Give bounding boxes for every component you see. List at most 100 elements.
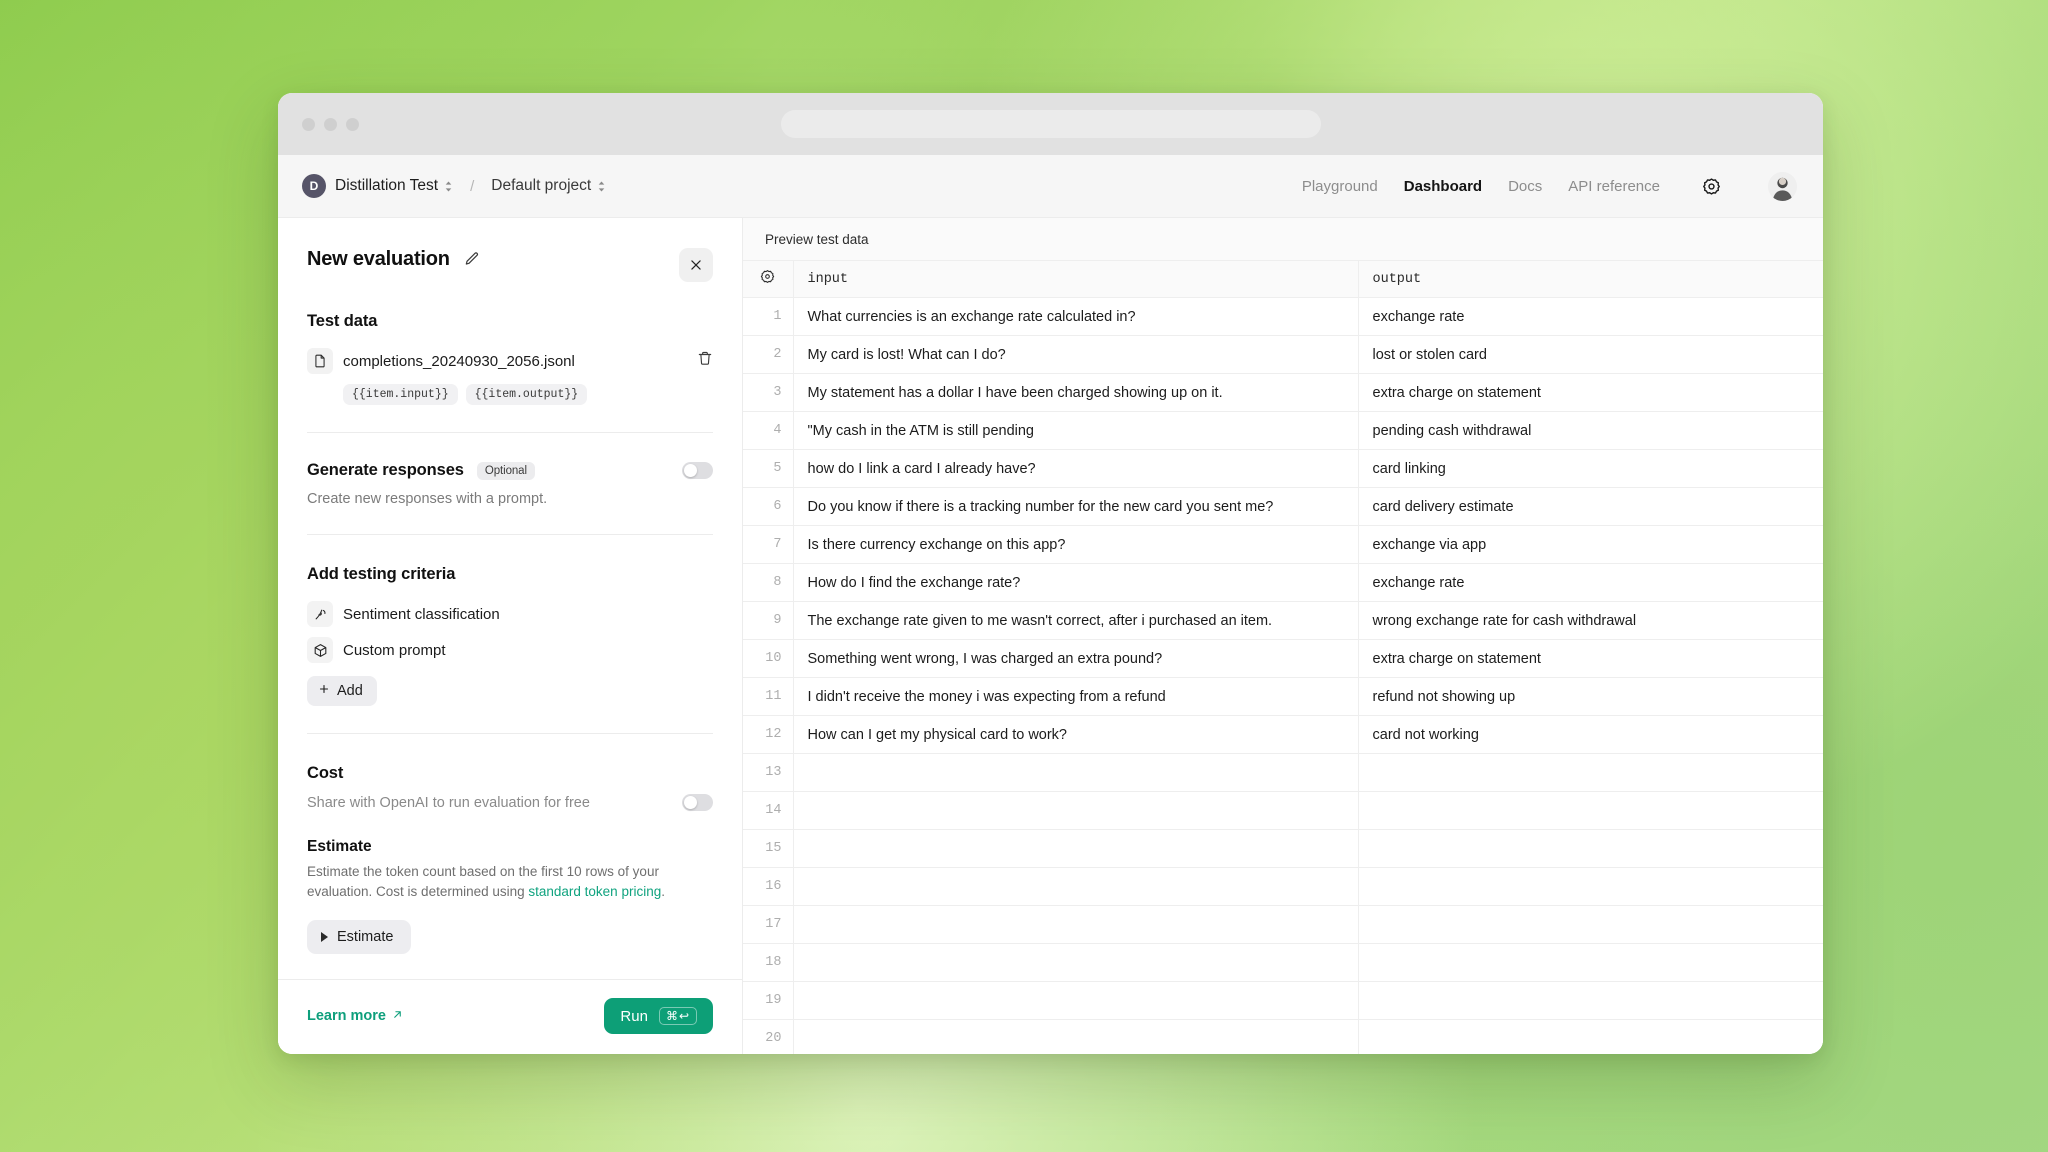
cell-input[interactable]: Something went wrong, I was charged an e… — [793, 639, 1359, 678]
pencil-icon[interactable] — [464, 251, 480, 272]
learn-more-link[interactable]: Learn more — [307, 1008, 403, 1024]
table-row[interactable]: 10 Something went wrong, I was charged an… — [743, 639, 1823, 678]
cell-output[interactable]: card delivery estimate — [1358, 487, 1823, 526]
cell-input[interactable] — [793, 981, 1359, 1020]
standard-token-pricing-link[interactable]: standard token pricing — [528, 884, 661, 899]
cell-output[interactable]: exchange via app — [1358, 525, 1823, 564]
close-icon[interactable] — [679, 248, 713, 282]
maximize-window-dot[interactable] — [346, 117, 359, 131]
cell-input[interactable]: What currencies is an exchange rate calc… — [793, 297, 1359, 336]
cell-input[interactable]: My statement has a dollar I have been ch… — [793, 373, 1359, 412]
close-window-dot[interactable] — [302, 117, 315, 131]
evaluation-panel-scroll: New evaluation Test data completions_202… — [278, 218, 742, 979]
table-row[interactable]: 20 — [743, 1019, 1823, 1054]
table-row[interactable]: 17 — [743, 905, 1823, 944]
trash-icon[interactable] — [697, 350, 713, 372]
cell-input[interactable] — [793, 1019, 1359, 1054]
table-row[interactable]: 1 What currencies is an exchange rate cal… — [743, 297, 1823, 336]
table-row[interactable]: 13 — [743, 753, 1823, 792]
table-row[interactable]: 4 "My cash in the ATM is still pending pen… — [743, 411, 1823, 450]
cell-output[interactable] — [1358, 829, 1823, 868]
panel-title-row: New evaluation — [307, 248, 713, 282]
cell-input[interactable]: The exchange rate given to me wasn't cor… — [793, 601, 1359, 640]
cell-output[interactable] — [1358, 867, 1823, 906]
generate-responses-toggle[interactable] — [682, 462, 713, 479]
table-row[interactable]: 5 how do I link a card I already have? car… — [743, 449, 1823, 488]
table-row[interactable]: 11 I didn't receive the money i was expec… — [743, 677, 1823, 716]
cell-output[interactable] — [1358, 905, 1823, 944]
gear-icon[interactable] — [1698, 173, 1724, 199]
cell-input[interactable]: how do I link a card I already have? — [793, 449, 1359, 488]
cell-output[interactable]: extra charge on statement — [1358, 639, 1823, 678]
table-row[interactable]: 6 Do you know if there is a tracking numb… — [743, 487, 1823, 526]
cell-output[interactable]: wrong exchange rate for cash withdrawal — [1358, 601, 1823, 640]
table-row[interactable]: 7 Is there currency exchange on this app?… — [743, 525, 1823, 564]
cell-input[interactable] — [793, 905, 1359, 944]
cost-share-toggle[interactable] — [682, 794, 713, 811]
table-row[interactable]: 2 My card is lost! What can I do? lost or … — [743, 335, 1823, 374]
row-number: 2 — [743, 335, 794, 374]
cell-input[interactable] — [793, 867, 1359, 906]
org-avatar: D — [302, 174, 326, 198]
cell-output[interactable] — [1358, 943, 1823, 982]
row-number: 7 — [743, 525, 794, 564]
cell-output[interactable]: refund not showing up — [1358, 677, 1823, 716]
estimate-button[interactable]: Estimate — [307, 919, 412, 954]
cell-output[interactable]: pending cash withdrawal — [1358, 411, 1823, 450]
nav-playground[interactable]: Playground — [1302, 178, 1378, 195]
nav-dashboard[interactable]: Dashboard — [1404, 178, 1482, 195]
minimize-window-dot[interactable] — [324, 117, 337, 131]
test-data-heading: Test data — [307, 312, 378, 330]
table-settings-gear-icon[interactable] — [743, 260, 794, 298]
org-selector[interactable]: Distillation Test — [335, 177, 453, 195]
nav-docs[interactable]: Docs — [1508, 178, 1542, 195]
run-button[interactable]: Run ⌘↩ — [604, 998, 713, 1034]
cell-output[interactable]: exchange rate — [1358, 563, 1823, 602]
table-head: input output — [743, 260, 1823, 298]
cell-input[interactable] — [793, 791, 1359, 830]
criteria-item-custom-prompt[interactable]: Custom prompt — [307, 634, 713, 666]
cell-output[interactable]: card not working — [1358, 715, 1823, 754]
cell-output[interactable] — [1358, 753, 1823, 792]
cell-input[interactable] — [793, 943, 1359, 982]
cell-input[interactable] — [793, 753, 1359, 792]
cell-output[interactable]: extra charge on statement — [1358, 373, 1823, 412]
project-selector[interactable]: Default project — [491, 177, 606, 195]
table-row[interactable]: 16 — [743, 867, 1823, 906]
cell-input[interactable]: How can I get my physical card to work? — [793, 715, 1359, 754]
cell-input[interactable]: "My cash in the ATM is still pending — [793, 411, 1359, 450]
cell-output[interactable] — [1358, 981, 1823, 1020]
row-number: 17 — [743, 905, 794, 944]
table-row[interactable]: 18 — [743, 943, 1823, 982]
table-row[interactable]: 12 How can I get my physical card to work… — [743, 715, 1823, 754]
table-row[interactable]: 14 — [743, 791, 1823, 830]
cell-input[interactable]: Is there currency exchange on this app? — [793, 525, 1359, 564]
cell-output[interactable]: lost or stolen card — [1358, 335, 1823, 374]
criteria-item-sentiment[interactable]: Sentiment classification — [307, 598, 713, 630]
cell-input[interactable]: My card is lost! What can I do? — [793, 335, 1359, 374]
cell-input[interactable]: I didn't receive the money i was expecti… — [793, 677, 1359, 716]
column-header-input[interactable]: input — [793, 260, 1359, 298]
cell-output[interactable]: exchange rate — [1358, 297, 1823, 336]
cell-input[interactable]: Do you know if there is a tracking numbe… — [793, 487, 1359, 526]
table-row[interactable]: 15 — [743, 829, 1823, 868]
cell-output[interactable] — [1358, 791, 1823, 830]
cell-output[interactable] — [1358, 1019, 1823, 1054]
evaluation-panel: New evaluation Test data completions_202… — [278, 218, 743, 1054]
page-title: New evaluation — [307, 248, 450, 270]
cell-output[interactable]: card linking — [1358, 449, 1823, 488]
row-number: 5 — [743, 449, 794, 488]
cell-input[interactable] — [793, 829, 1359, 868]
add-criteria-button[interactable]: Add — [307, 676, 377, 706]
cell-input[interactable]: How do I find the exchange rate? — [793, 563, 1359, 602]
table-row[interactable]: 3 My statement has a dollar I have been c… — [743, 373, 1823, 412]
nav-api-reference[interactable]: API reference — [1568, 178, 1660, 195]
chevron-updown-icon-project — [597, 180, 606, 193]
table-row[interactable]: 19 — [743, 981, 1823, 1020]
table-row[interactable]: 8 How do I find the exchange rate? exchang… — [743, 563, 1823, 602]
address-bar[interactable] — [780, 110, 1321, 138]
table-row[interactable]: 9 The exchange rate given to me wasn't co… — [743, 601, 1823, 640]
column-header-output[interactable]: output — [1358, 260, 1823, 298]
avatar[interactable] — [1768, 171, 1797, 201]
plus-icon — [318, 683, 330, 699]
